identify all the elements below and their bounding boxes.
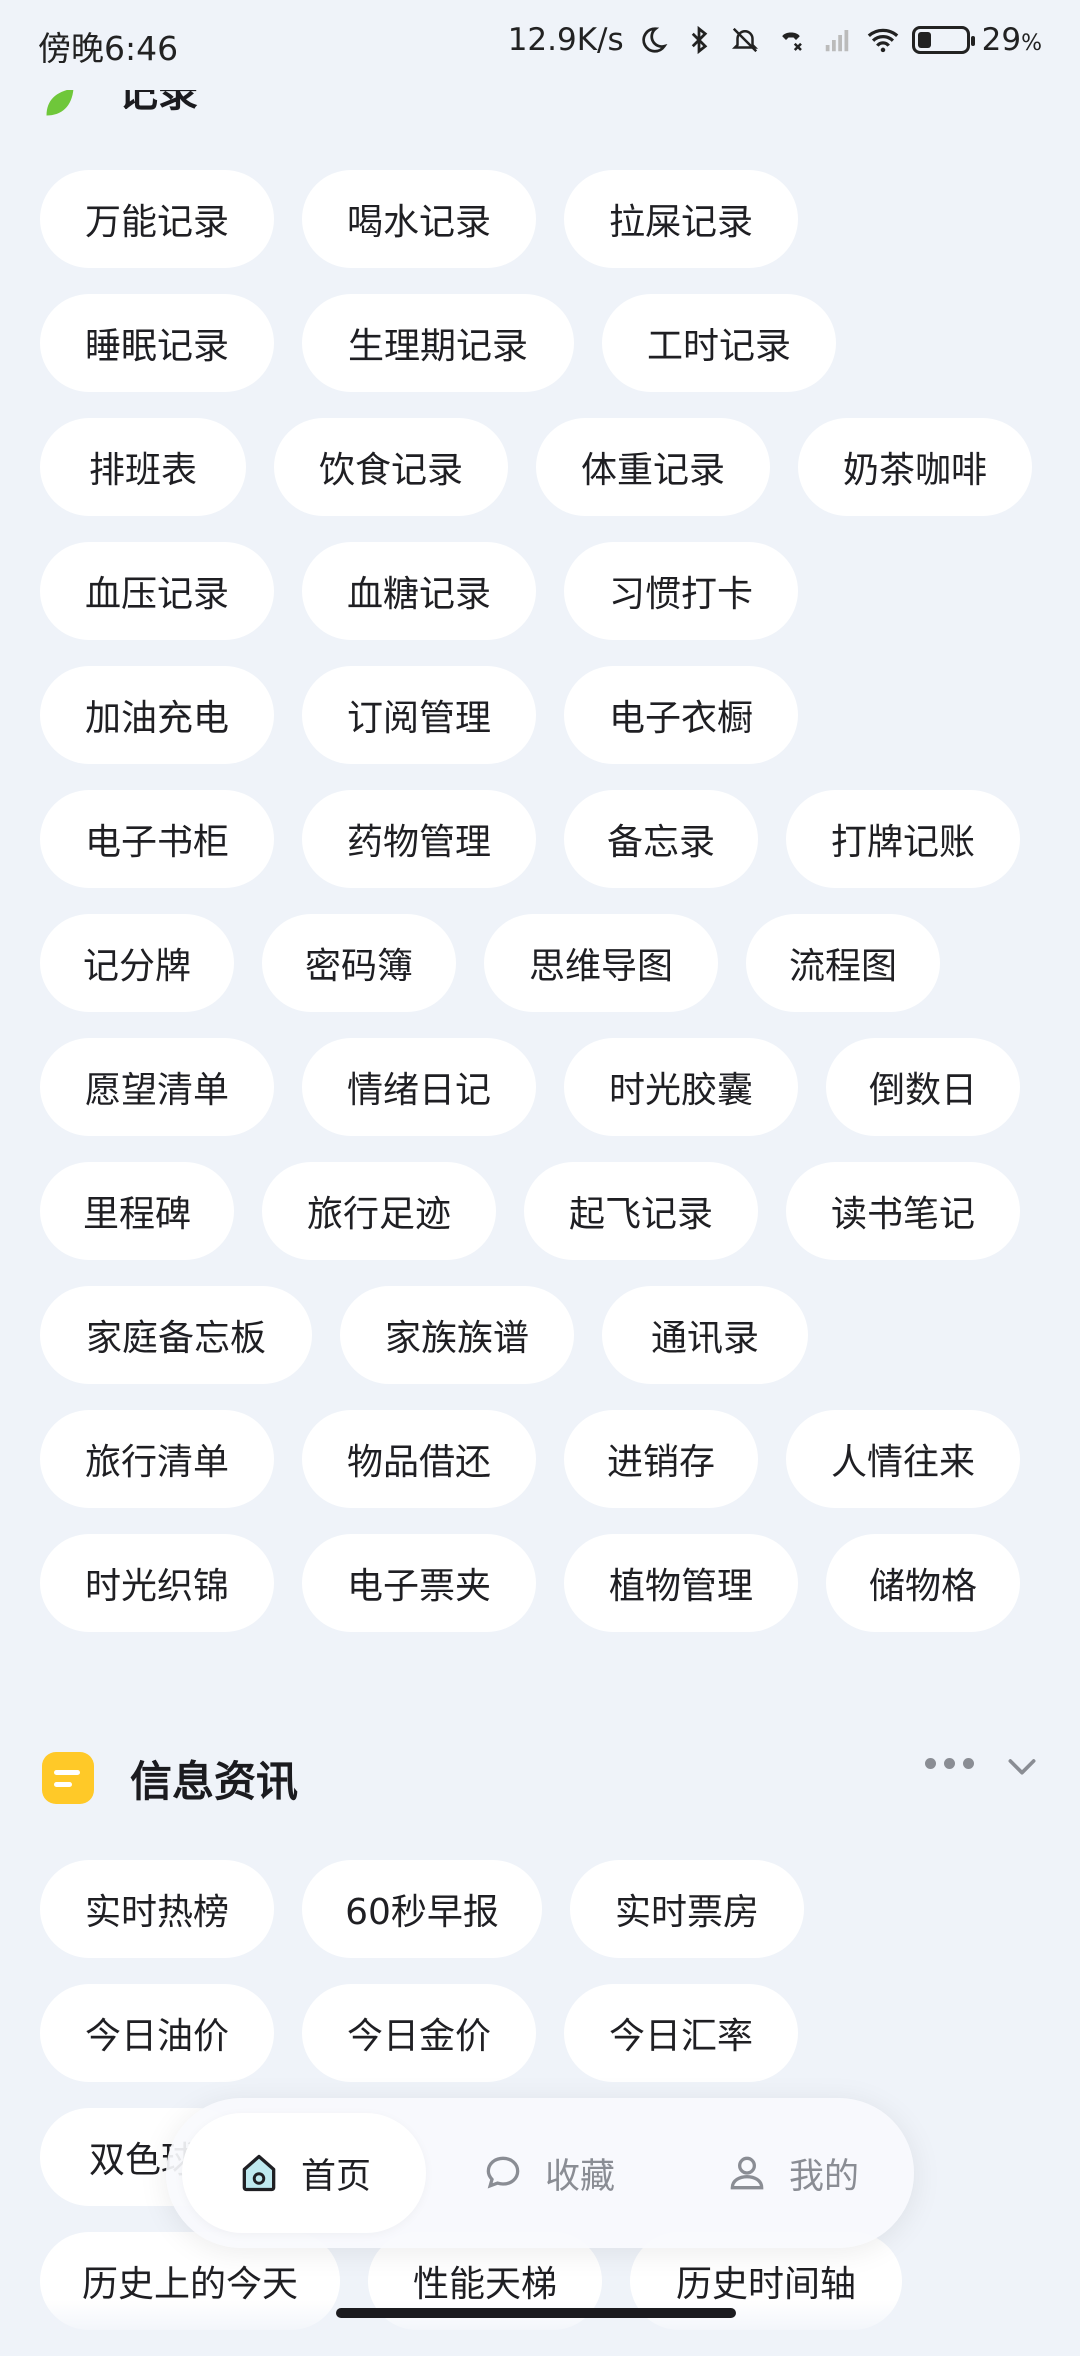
- tag-button[interactable]: 拉屎记录: [564, 170, 798, 268]
- more-icon[interactable]: [925, 1758, 974, 1769]
- bottom-nav: 首页 收藏 我的: [166, 2098, 914, 2248]
- tag-button[interactable]: 实时票房: [570, 1860, 804, 1958]
- tag-button[interactable]: 电子票夹: [302, 1534, 536, 1632]
- tag-button[interactable]: 流程图: [746, 914, 940, 1012]
- tag-row: 实时热榜 60秒早报 实时票房: [40, 1860, 1040, 1958]
- tag-button[interactable]: 记分牌: [40, 914, 234, 1012]
- tag-button[interactable]: 时光织锦: [40, 1534, 274, 1632]
- tag-row: 家庭备忘板 家族族谱 通讯录: [40, 1286, 1040, 1384]
- nav-mine-label: 我的: [788, 2156, 859, 2197]
- tag-button[interactable]: 愿望清单: [40, 1038, 274, 1136]
- call-icon: [774, 23, 808, 57]
- tag-row: 里程碑 旅行足迹 起飞记录 读书笔记: [40, 1162, 1040, 1260]
- tag-button[interactable]: 今日汇率: [564, 1984, 798, 2082]
- tag-button[interactable]: 血压记录: [40, 542, 274, 640]
- nav-favorites[interactable]: 收藏: [426, 2113, 670, 2233]
- tag-button[interactable]: 储物格: [826, 1534, 1020, 1632]
- tag-button[interactable]: 物品借还: [302, 1410, 536, 1508]
- tag-button[interactable]: 倒数日: [826, 1038, 1020, 1136]
- tag-button[interactable]: 今日金价: [302, 1984, 536, 2082]
- tag-button[interactable]: 实时热榜: [40, 1860, 274, 1958]
- tag-button[interactable]: 饮食记录: [274, 418, 508, 516]
- tag-button[interactable]: 电子书柜: [40, 790, 274, 888]
- tag-button[interactable]: 旅行足迹: [262, 1162, 496, 1260]
- tag-button[interactable]: 家族族谱: [340, 1286, 574, 1384]
- tag-button[interactable]: 药物管理: [302, 790, 536, 888]
- nav-mine[interactable]: 我的: [670, 2113, 914, 2233]
- info-section-title: 信息资讯: [130, 1756, 299, 1806]
- tag-button[interactable]: 工时记录: [602, 294, 836, 392]
- signal-icon: [820, 23, 854, 57]
- battery-text: 29%: [982, 22, 1042, 58]
- nav-favorites-label: 收藏: [544, 2156, 615, 2197]
- tag-row: 愿望清单 情绪日记 时光胶囊 倒数日: [40, 1038, 1040, 1136]
- favorites-icon: [486, 2156, 520, 2189]
- tag-button[interactable]: 血糖记录: [302, 542, 536, 640]
- tag-button[interactable]: 订阅管理: [302, 666, 536, 764]
- status-bar: 傍晚6:46 12.9K/s 29%: [0, 0, 1080, 90]
- tag-button[interactable]: 植物管理: [564, 1534, 798, 1632]
- tag-button[interactable]: 体重记录: [536, 418, 770, 516]
- wifi-icon: [866, 23, 900, 57]
- status-icons: 12.9K/s 29%: [508, 22, 1042, 58]
- tag-button[interactable]: 通讯录: [602, 1286, 808, 1384]
- tag-row: 血压记录 血糖记录 习惯打卡: [40, 542, 1040, 640]
- tag-button[interactable]: 时光胶囊: [564, 1038, 798, 1136]
- tag-button[interactable]: 密码簿: [262, 914, 456, 1012]
- news-icon: [42, 1752, 94, 1804]
- tag-button[interactable]: 今日油价: [40, 1984, 274, 2082]
- tag-button[interactable]: 进销存: [564, 1410, 758, 1508]
- battery-fill: [917, 32, 931, 48]
- tag-button[interactable]: 旅行清单: [40, 1410, 274, 1508]
- record-tag-grid: 万能记录 喝水记录 拉屎记录 睡眠记录 生理期记录 工时记录 排班表 饮食记录 体重记录 奶茶咖啡…: [40, 170, 1040, 1658]
- tag-row: 睡眠记录 生理期记录 工时记录: [40, 294, 1040, 392]
- tag-button[interactable]: 60秒早报: [302, 1860, 542, 1958]
- tag-row: 记分牌 密码簿 思维导图 流程图: [40, 914, 1040, 1012]
- tag-button[interactable]: 思维导图: [484, 914, 718, 1012]
- battery-icon: [911, 26, 975, 54]
- bluetooth-icon: [682, 23, 716, 57]
- battery-percent: 29: [981, 22, 1022, 58]
- tag-row: 加油充电 订阅管理 电子衣橱: [40, 666, 1040, 764]
- tag-row: 旅行清单 物品借还 进销存 人情往来: [40, 1410, 1040, 1508]
- home-indicator[interactable]: [336, 2308, 736, 2318]
- status-time: 傍晚6:46: [38, 29, 179, 68]
- nav-home[interactable]: 首页: [182, 2113, 426, 2233]
- nav-home-label: 首页: [300, 2156, 371, 2197]
- tag-button[interactable]: 家庭备忘板: [40, 1286, 312, 1384]
- moon-icon: [636, 23, 670, 57]
- chevron-down-icon[interactable]: [1002, 1746, 1042, 1786]
- tag-button[interactable]: 万能记录: [40, 170, 274, 268]
- tag-button[interactable]: 喝水记录: [302, 170, 536, 268]
- tag-row: 电子书柜 药物管理 备忘录 打牌记账: [40, 790, 1040, 888]
- tag-button[interactable]: 里程碑: [40, 1162, 234, 1260]
- info-section-header: 信息资讯: [42, 1746, 1042, 1810]
- tag-button[interactable]: 排班表: [40, 418, 246, 516]
- tag-row: 排班表 饮食记录 体重记录 奶茶咖啡: [40, 418, 1040, 516]
- tag-row: 万能记录 喝水记录 拉屎记录: [40, 170, 1040, 268]
- tag-button[interactable]: 情绪日记: [302, 1038, 536, 1136]
- tag-button[interactable]: 生理期记录: [302, 294, 574, 392]
- tag-button[interactable]: 人情往来: [786, 1410, 1020, 1508]
- home-icon: [242, 2154, 276, 2192]
- tag-button[interactable]: 奶茶咖啡: [798, 418, 1032, 516]
- tag-button[interactable]: 加油充电: [40, 666, 274, 764]
- bottom-fade: [0, 2300, 1080, 2340]
- mute-bell-icon: [728, 23, 762, 57]
- network-speed: 12.9K/s: [507, 22, 624, 58]
- tag-button[interactable]: 备忘录: [564, 790, 758, 888]
- tag-button[interactable]: 打牌记账: [786, 790, 1020, 888]
- user-icon: [730, 2156, 764, 2190]
- tag-button[interactable]: 睡眠记录: [40, 294, 274, 392]
- tag-button[interactable]: 读书笔记: [786, 1162, 1020, 1260]
- tag-button[interactable]: 习惯打卡: [564, 542, 798, 640]
- tag-row: 今日油价 今日金价 今日汇率: [40, 1984, 1040, 2082]
- tag-button[interactable]: 起飞记录: [524, 1162, 758, 1260]
- tag-button[interactable]: 电子衣橱: [564, 666, 798, 764]
- tag-row: 时光织锦 电子票夹 植物管理 储物格: [40, 1534, 1040, 1632]
- battery-percent-symbol: %: [1021, 31, 1042, 56]
